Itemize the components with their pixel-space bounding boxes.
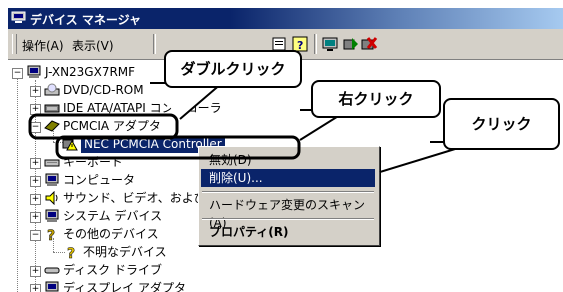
callout-click: クリック	[443, 98, 560, 150]
nec-highlight	[55, 135, 301, 160]
device-manager-window: デバイス マネージャ 操作(A) 表示(V) ? − J-XN23GX7RMF …	[0, 0, 563, 292]
pcmcia-highlight	[28, 113, 179, 140]
callout-double-click: ダブルクリック	[164, 50, 302, 88]
callout-right-click: 右クリック	[311, 80, 441, 118]
